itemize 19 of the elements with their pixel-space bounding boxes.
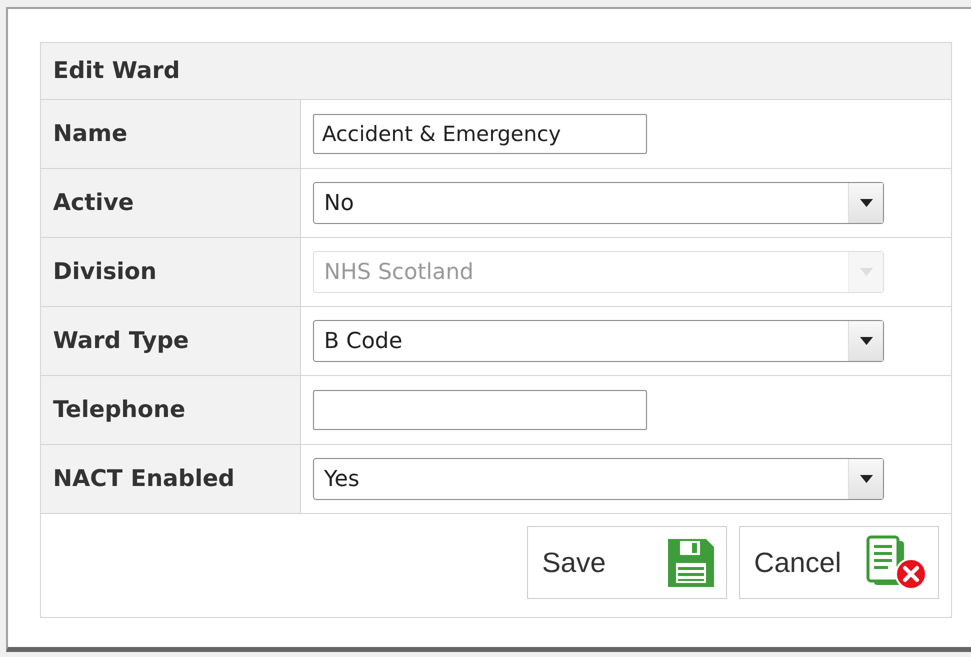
dropdown-field[interactable]: B Code	[313, 320, 884, 362]
field-label: NACT Enabled	[41, 445, 301, 513]
caret-icon	[860, 475, 872, 483]
field-label: Ward Type	[41, 307, 301, 375]
caret-icon	[860, 199, 872, 207]
field-label: Active	[41, 169, 301, 237]
field-label: Division	[41, 238, 301, 306]
dropdown-field[interactable]: Yes	[313, 458, 884, 500]
form-title: Edit Ward	[41, 43, 951, 100]
cancel-button[interactable]: Cancel	[739, 526, 939, 599]
document-delete-icon	[866, 534, 928, 590]
field-label: Telephone	[41, 376, 301, 444]
save-button[interactable]: Save	[527, 526, 727, 599]
field-label: Name	[41, 100, 301, 168]
caret-icon	[860, 337, 872, 345]
caret-icon	[860, 268, 872, 276]
text-field[interactable]: Accident & Emergency	[313, 114, 647, 154]
text-field[interactable]	[313, 390, 647, 430]
dropdown-field[interactable]: No	[313, 182, 884, 224]
